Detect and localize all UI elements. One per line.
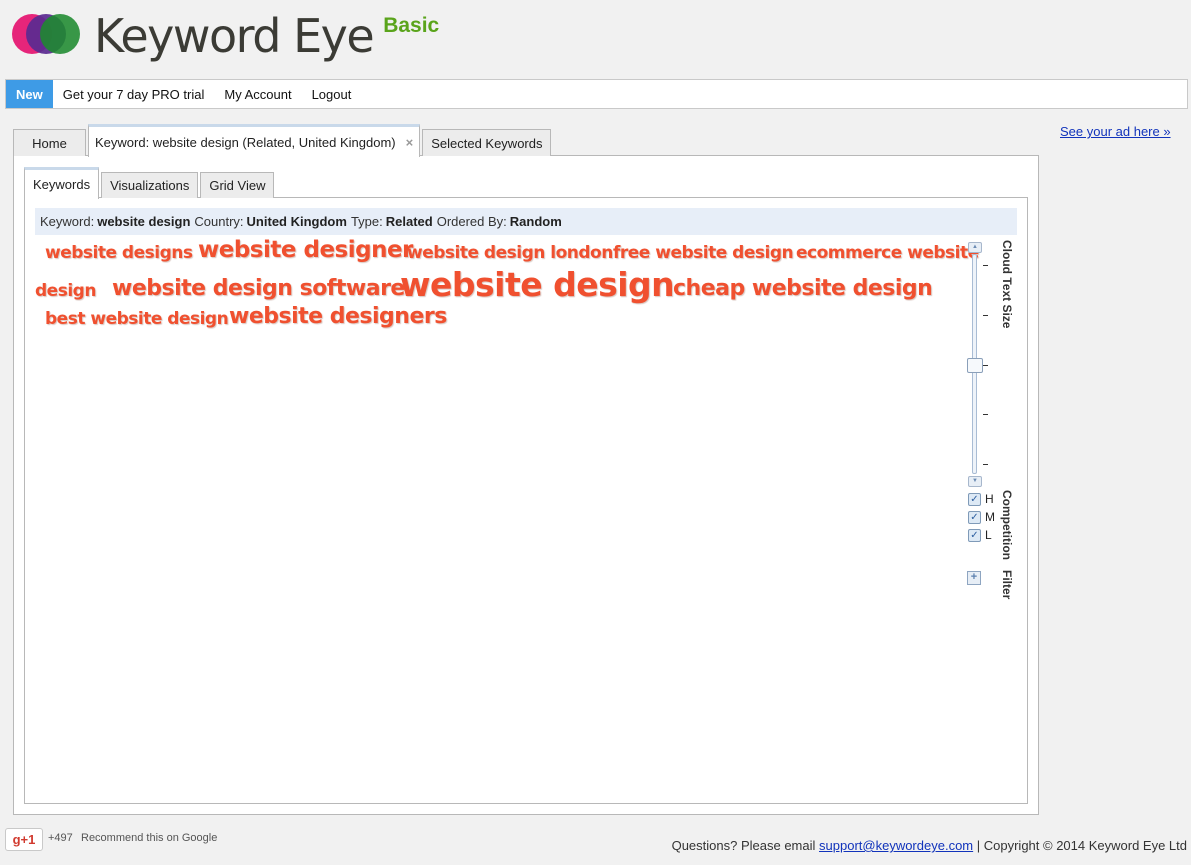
- filter-medium-label: M: [985, 510, 995, 524]
- top-nav: New Get your 7 day PRO trial My Account …: [5, 79, 1188, 109]
- tab-visualizations[interactable]: Visualizations: [101, 172, 199, 198]
- country-label: Country:: [194, 214, 244, 229]
- tab-keyword-results[interactable]: Keyword: website design (Related, United…: [88, 124, 421, 157]
- tab-grid-view[interactable]: Grid View: [200, 172, 275, 198]
- cloud-word[interactable]: cheap website design: [673, 276, 933, 301]
- nav-my-account[interactable]: My Account: [214, 80, 301, 108]
- query-info-bar: Keyword: website design Country: United Ki…: [35, 208, 1017, 235]
- type-value: Related: [385, 214, 433, 229]
- slider-down-icon[interactable]: ▼: [968, 476, 982, 487]
- filter-low-label: L: [985, 528, 992, 542]
- nav-new-button[interactable]: New: [6, 80, 53, 108]
- filter-high-label: H: [985, 492, 994, 506]
- order-value: Random: [509, 214, 562, 229]
- cloud-word[interactable]: website design london: [407, 243, 613, 263]
- cloud-word[interactable]: ecommerce website: [796, 243, 979, 263]
- cloud-word[interactable]: website design software: [112, 276, 405, 301]
- support-email-link[interactable]: support@keywordeye.com: [819, 838, 973, 853]
- competition-label: Competition: [1000, 490, 1014, 560]
- keyword-label: Keyword:: [40, 214, 95, 229]
- tab-home[interactable]: Home: [13, 129, 86, 156]
- logo-text: Keyword Eye: [94, 9, 375, 63]
- tab-selected-keywords[interactable]: Selected Keywords: [422, 129, 552, 156]
- google-plus-one-button[interactable]: g+1: [5, 828, 43, 851]
- type-label: Type:: [350, 214, 383, 229]
- outer-tab-bar: Home Keyword: website design (Related, U…: [13, 123, 553, 157]
- see-your-ad-link[interactable]: See your ad here »: [1060, 124, 1171, 139]
- inner-tab-bar: Keywords Visualizations Grid View: [24, 166, 276, 199]
- slider-tick: [983, 414, 988, 415]
- slider-up-icon[interactable]: ▲: [968, 242, 982, 253]
- keyword-value: website design: [97, 214, 191, 229]
- cloud-word[interactable]: website designs: [45, 243, 193, 263]
- slider-tick: [983, 265, 988, 266]
- cloud-word[interactable]: website designers: [229, 304, 447, 329]
- logo-eye-icon: [12, 12, 82, 56]
- nav-logout[interactable]: Logout: [302, 80, 362, 108]
- filter-high-checkbox[interactable]: ✓: [968, 493, 981, 506]
- cloud-size-slider-thumb[interactable]: [967, 358, 983, 373]
- tab-keyword-label: Keyword: website design (Related, United…: [95, 134, 396, 150]
- plan-badge: Basic: [383, 14, 440, 37]
- expand-filter-plus-icon[interactable]: +: [967, 571, 981, 585]
- logo[interactable]: Keyword Eye Basic: [12, 9, 440, 63]
- slider-tick: [983, 315, 988, 316]
- footer-questions: Questions? Please email: [671, 838, 816, 853]
- cloud-word[interactable]: free website design: [613, 243, 794, 263]
- filter-medium-checkbox[interactable]: ✓: [968, 511, 981, 524]
- cloud-word[interactable]: design: [35, 281, 96, 301]
- country-value: United Kingdom: [246, 214, 347, 229]
- order-label: Ordered By:: [436, 214, 507, 229]
- footer-copyright: | Copyright © 2014 Keyword Eye Ltd: [976, 838, 1187, 853]
- plus-one-count: +497: [48, 832, 73, 844]
- slider-tick: [983, 365, 988, 366]
- footer-contact: Questions? Please email support@keyworde…: [672, 838, 1187, 853]
- recommend-google-text: Recommend this on Google: [81, 832, 218, 844]
- cloud-word[interactable]: website design: [400, 265, 675, 304]
- cloud-word[interactable]: best website design: [45, 309, 229, 329]
- cloud-text-size-label: Cloud Text Size: [1000, 240, 1014, 329]
- nav-pro-trial[interactable]: Get your 7 day PRO trial: [53, 80, 215, 108]
- cloud-word[interactable]: website designer: [198, 237, 413, 263]
- filter-label: Filter: [1000, 570, 1014, 600]
- tab-keywords[interactable]: Keywords: [24, 167, 100, 199]
- slider-tick: [983, 464, 988, 465]
- filter-low-checkbox[interactable]: ✓: [968, 529, 981, 542]
- close-icon[interactable]: ×: [406, 135, 414, 150]
